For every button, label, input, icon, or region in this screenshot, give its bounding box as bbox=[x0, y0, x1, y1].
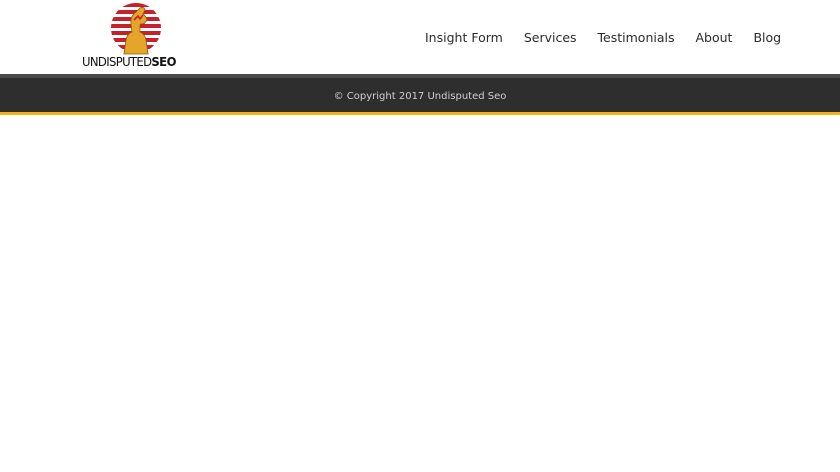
nav-item-services[interactable]: Services bbox=[524, 30, 577, 45]
nav-item-blog[interactable]: Blog bbox=[753, 30, 781, 45]
site-logo[interactable]: UNDISPUTEDSEO bbox=[82, 2, 192, 72]
logo-wordmark: UNDISPUTEDSEO bbox=[82, 54, 176, 69]
copyright-text: © Copyright 2017 Undisputed Seo bbox=[333, 90, 507, 102]
site-header: UNDISPUTEDSEO Insight Form Services Test… bbox=[0, 0, 840, 74]
main-nav: Insight Form Services Testimonials About… bbox=[425, 28, 781, 46]
nav-item-about[interactable]: About bbox=[696, 30, 733, 45]
page: UNDISPUTEDSEO Insight Form Services Test… bbox=[0, 0, 840, 472]
site-footer: © Copyright 2017 Undisputed Seo bbox=[0, 78, 840, 112]
nav-item-insight-form[interactable]: Insight Form bbox=[425, 30, 503, 45]
footer-accent-line bbox=[0, 112, 840, 115]
muscle-flex-icon bbox=[111, 3, 161, 55]
nav-item-testimonials[interactable]: Testimonials bbox=[598, 30, 675, 45]
